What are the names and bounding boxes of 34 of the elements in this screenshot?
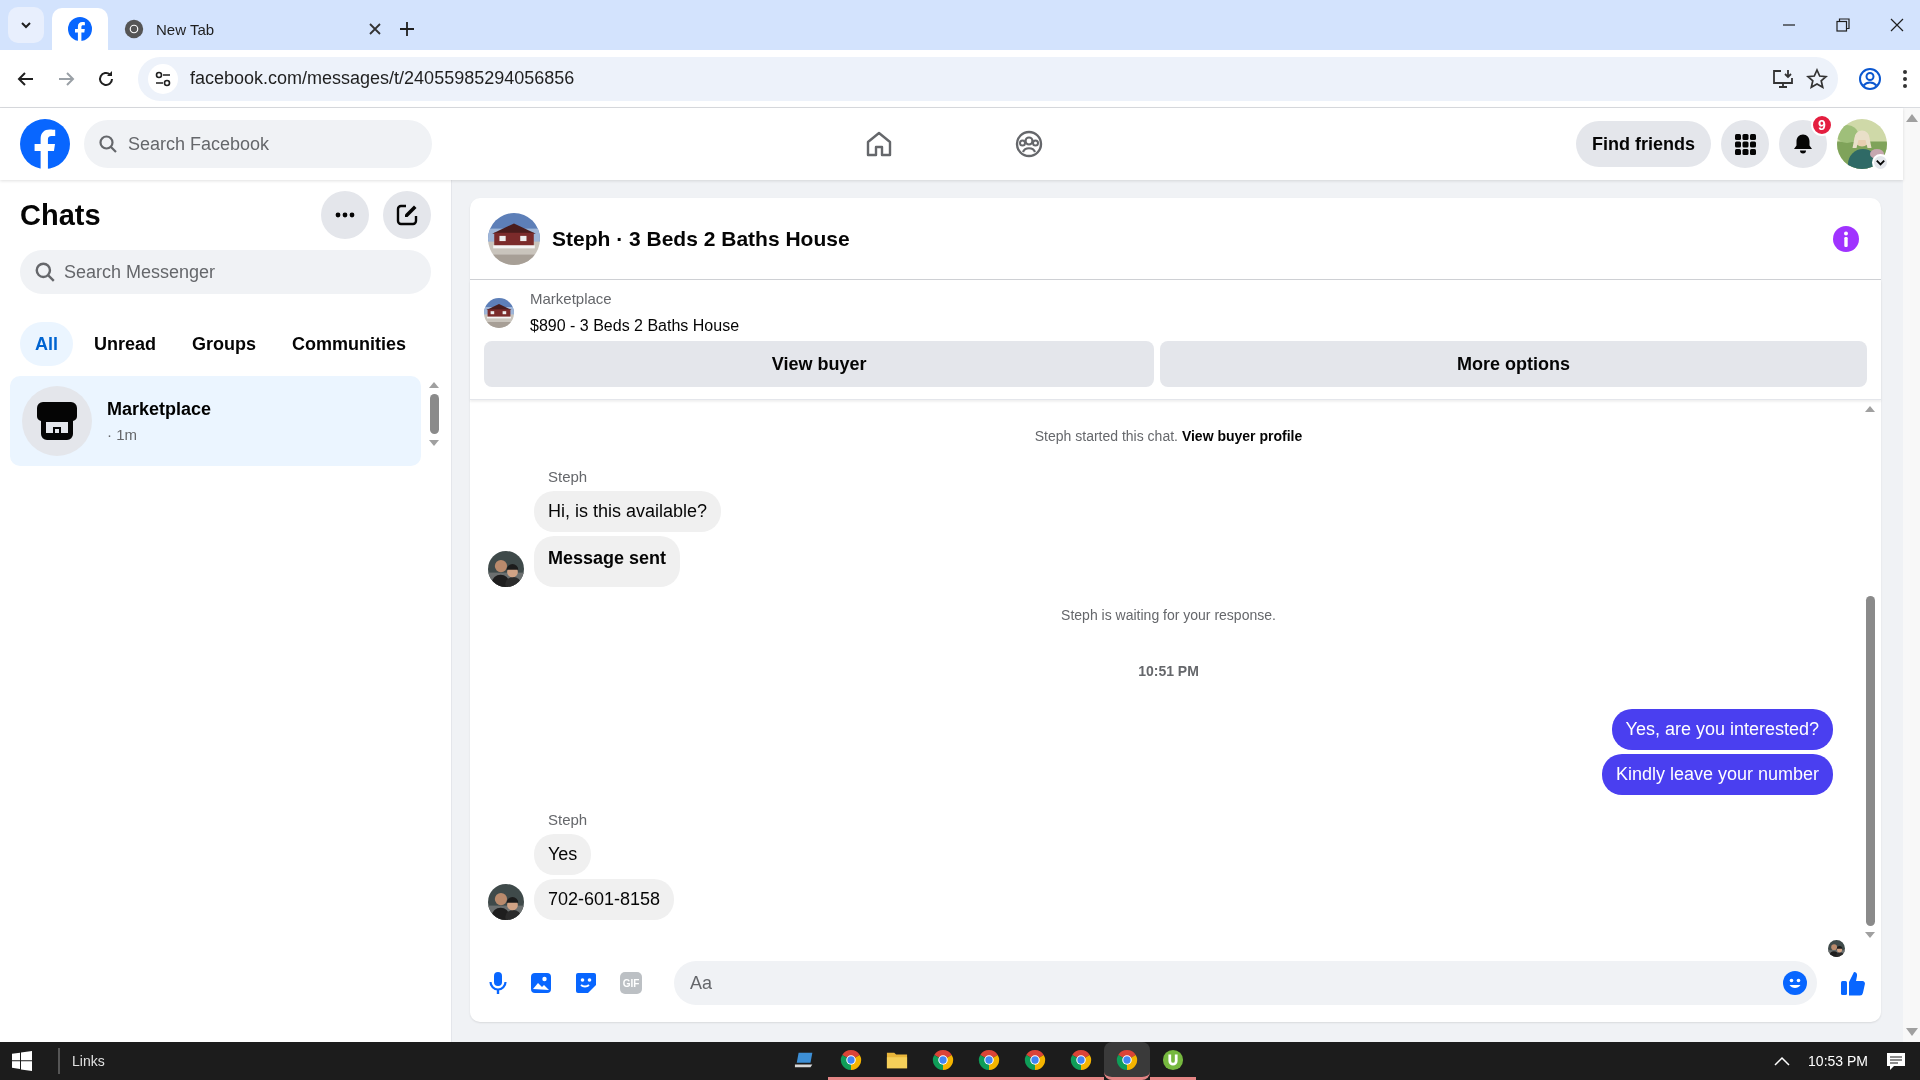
chats-heading: Chats (20, 198, 101, 232)
filter-tab[interactable]: Communities (277, 322, 422, 366)
sender-name: Steph (548, 468, 589, 485)
listing-source: Marketplace (530, 290, 613, 307)
view-buyer-profile-link[interactable]: View buyer profile (1181, 428, 1303, 444)
sender-name: Steph (548, 811, 589, 828)
address-bar[interactable]: facebook.com/messages/t/24055985294056856 (138, 56, 1838, 101)
system-message: Steph is waiting for your response. (1061, 607, 1276, 623)
conversation-title: Steph · 3 Beds 2 Baths House (552, 226, 850, 251)
notification-badge: 9 (1811, 114, 1833, 136)
browser-tab[interactable]: New Tab (108, 8, 398, 50)
conversation-time: · 1m (107, 426, 138, 443)
find-friends-button[interactable]: Find friends (1576, 121, 1711, 167)
message-bubble: Yes, are you interested? (1611, 709, 1833, 750)
conversation-item[interactable]: Marketplace · 1m (10, 376, 421, 466)
filter-tab[interactable]: Unread (79, 322, 172, 366)
conversation-name: Marketplace (107, 399, 212, 420)
more-options-button[interactable]: More options (1160, 341, 1867, 387)
system-message: Steph started this chat. View buyer profile (1034, 428, 1303, 444)
listing-title: $890 - 3 Beds 2 Baths House (530, 317, 740, 335)
search-field[interactable]: Search Messenger (20, 250, 431, 294)
links-toolbar-label: Links (72, 1053, 105, 1069)
message-bubble: Message sent (534, 536, 681, 587)
message-input[interactable]: Aa (674, 961, 1817, 1005)
message-bubble: Kindly leave your number (1601, 754, 1833, 795)
message-bubble: Yes (534, 834, 592, 875)
message-bubble: 702-601-8158 (534, 879, 675, 920)
message-timestamp: 10:51 PM (1138, 663, 1199, 679)
clock: 10:53 PM (1808, 1053, 1868, 1069)
filter-tab[interactable]: Groups (177, 322, 272, 366)
view-buyer-button[interactable]: View buyer (484, 341, 1155, 387)
search-field[interactable]: Search Facebook (84, 120, 432, 168)
filter-tab[interactable]: All (20, 322, 73, 366)
message-bubble: Hi, is this available? (534, 491, 722, 532)
